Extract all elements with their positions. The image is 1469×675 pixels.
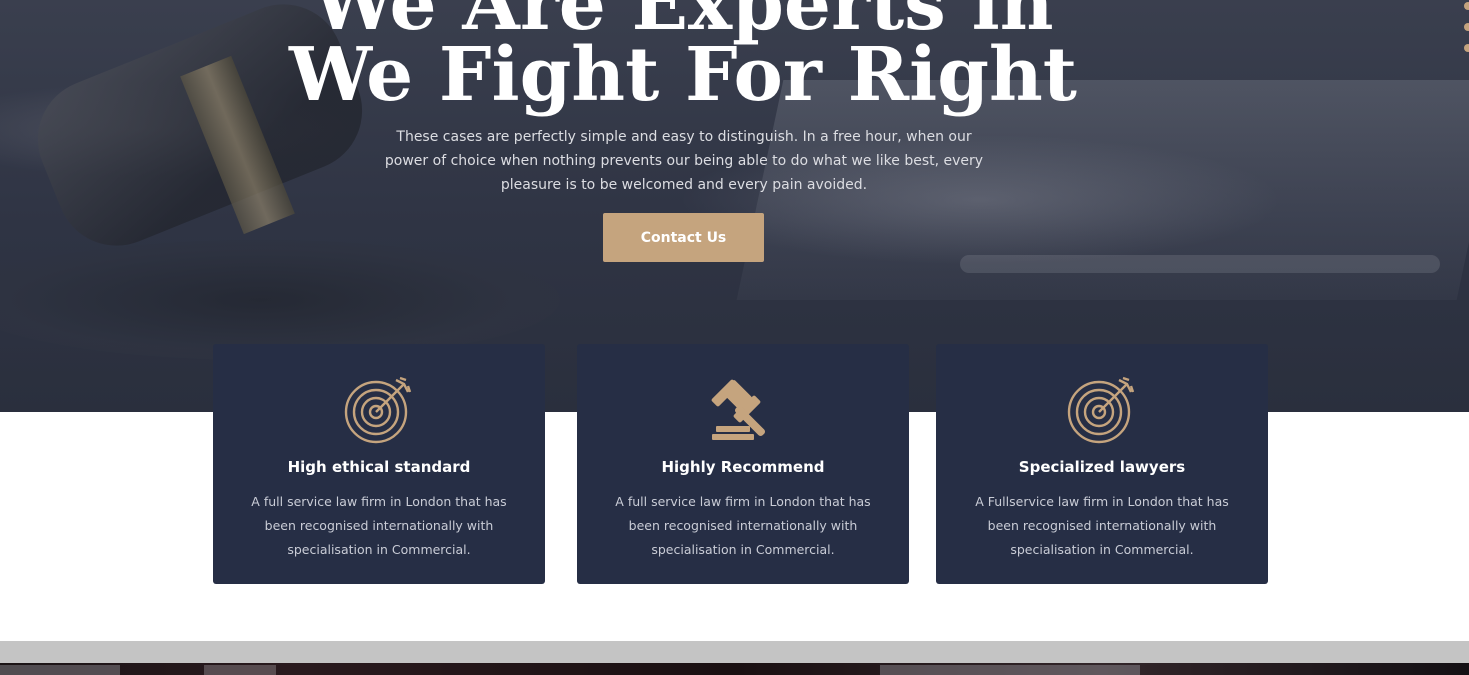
feature-card-description: A full service law firm in London that h…	[615, 494, 871, 557]
gavel-icon	[577, 374, 909, 444]
section-divider	[0, 641, 1469, 663]
slider-dot[interactable]	[1464, 44, 1469, 52]
feature-card-description: A full service law firm in London that h…	[251, 494, 507, 557]
hero-title-line-2: We Fight For Right	[289, 32, 1077, 118]
hero-background-book-edge	[960, 255, 1440, 273]
feature-card-title: High ethical standard	[287, 458, 471, 476]
next-section-image	[0, 663, 1469, 675]
slider-dot[interactable]	[1464, 23, 1469, 31]
hero-description: These cases are perfectly simple and eas…	[384, 129, 984, 193]
feature-card-description: A Fullservice law firm in London that ha…	[975, 494, 1229, 557]
slider-dot[interactable]	[1464, 2, 1469, 10]
hero-background-image	[0, 240, 560, 360]
target-arrow-icon	[936, 374, 1268, 444]
feature-card-specialized: Specialized lawyers A Fullservice law fi…	[936, 344, 1268, 584]
image-detail	[204, 665, 276, 675]
image-detail	[880, 665, 1140, 675]
feature-card-ethical: High ethical standard A full service law…	[213, 344, 545, 584]
feature-card-title: Specialized lawyers	[1018, 458, 1186, 476]
slider-pagination	[1460, 0, 1469, 60]
image-detail	[0, 665, 120, 675]
target-arrow-icon	[213, 374, 545, 444]
contact-us-button[interactable]: Contact Us	[603, 213, 764, 262]
feature-card-recommend: Highly Recommend A full service law firm…	[577, 344, 909, 584]
feature-card-title: Highly Recommend	[661, 458, 825, 476]
